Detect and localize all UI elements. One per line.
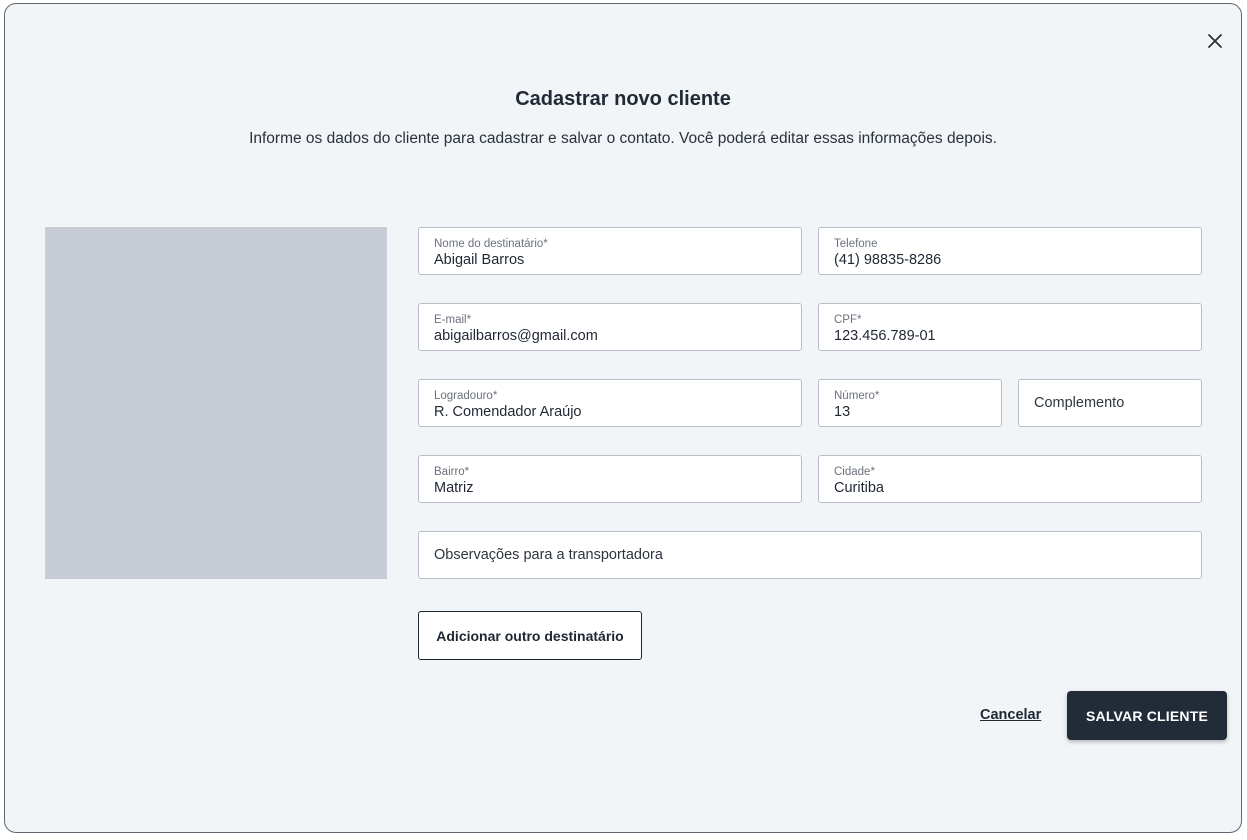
email-label: E-mail* (434, 314, 472, 326)
observacoes-placeholder: Observações para a transportadora (434, 547, 663, 563)
email-field[interactable]: E-mail* abigailbarros@gmail.com (418, 303, 802, 351)
cancel-link[interactable]: Cancelar (980, 707, 1041, 723)
cidade-value: Curitiba (834, 480, 884, 496)
email-value: abigailbarros@gmail.com (434, 328, 598, 344)
add-recipient-button[interactable]: Adicionar outro destinatário (418, 611, 642, 660)
cidade-label: Cidade* (834, 466, 875, 478)
dialog: Cadastrar novo cliente Informe os dados … (4, 3, 1242, 833)
image-placeholder (45, 227, 387, 579)
numero-field[interactable]: Número* 13 (818, 379, 1002, 427)
cidade-field[interactable]: Cidade* Curitiba (818, 455, 1202, 503)
logradouro-label: Logradouro* (434, 390, 498, 402)
nome-label: Nome do destinatário* (434, 238, 548, 250)
observacoes-field[interactable]: Observações para a transportadora (418, 531, 1202, 579)
numero-label: Número* (834, 390, 880, 402)
logradouro-value: R. Comendador Araújo (434, 404, 582, 420)
telefone-field[interactable]: Telefone (41) 98835-8286 (818, 227, 1202, 275)
nome-field[interactable]: Nome do destinatário* Abigail Barros (418, 227, 802, 275)
dialog-title: Cadastrar novo cliente (515, 88, 731, 110)
numero-value: 13 (834, 404, 851, 420)
close-button[interactable] (1204, 30, 1226, 52)
nome-value: Abigail Barros (434, 252, 525, 268)
complemento-field[interactable]: Complemento (1018, 379, 1202, 427)
telefone-value: (41) 98835-8286 (834, 252, 942, 268)
dialog-subtitle: Informe os dados do cliente para cadastr… (249, 130, 997, 147)
telefone-label: Telefone (834, 238, 878, 250)
bairro-value: Matriz (434, 480, 474, 496)
cpf-field[interactable]: CPF* 123.456.789-01 (818, 303, 1202, 351)
cpf-value: 123.456.789-01 (834, 328, 936, 344)
complemento-placeholder: Complemento (1034, 395, 1125, 411)
bairro-label: Bairro* (434, 466, 470, 478)
close-icon (1208, 34, 1222, 48)
save-client-button[interactable]: SALVAR CLIENTE (1067, 691, 1227, 740)
bairro-field[interactable]: Bairro* Matriz (418, 455, 802, 503)
logradouro-field[interactable]: Logradouro* R. Comendador Araújo (418, 379, 802, 427)
cpf-label: CPF* (834, 314, 862, 326)
